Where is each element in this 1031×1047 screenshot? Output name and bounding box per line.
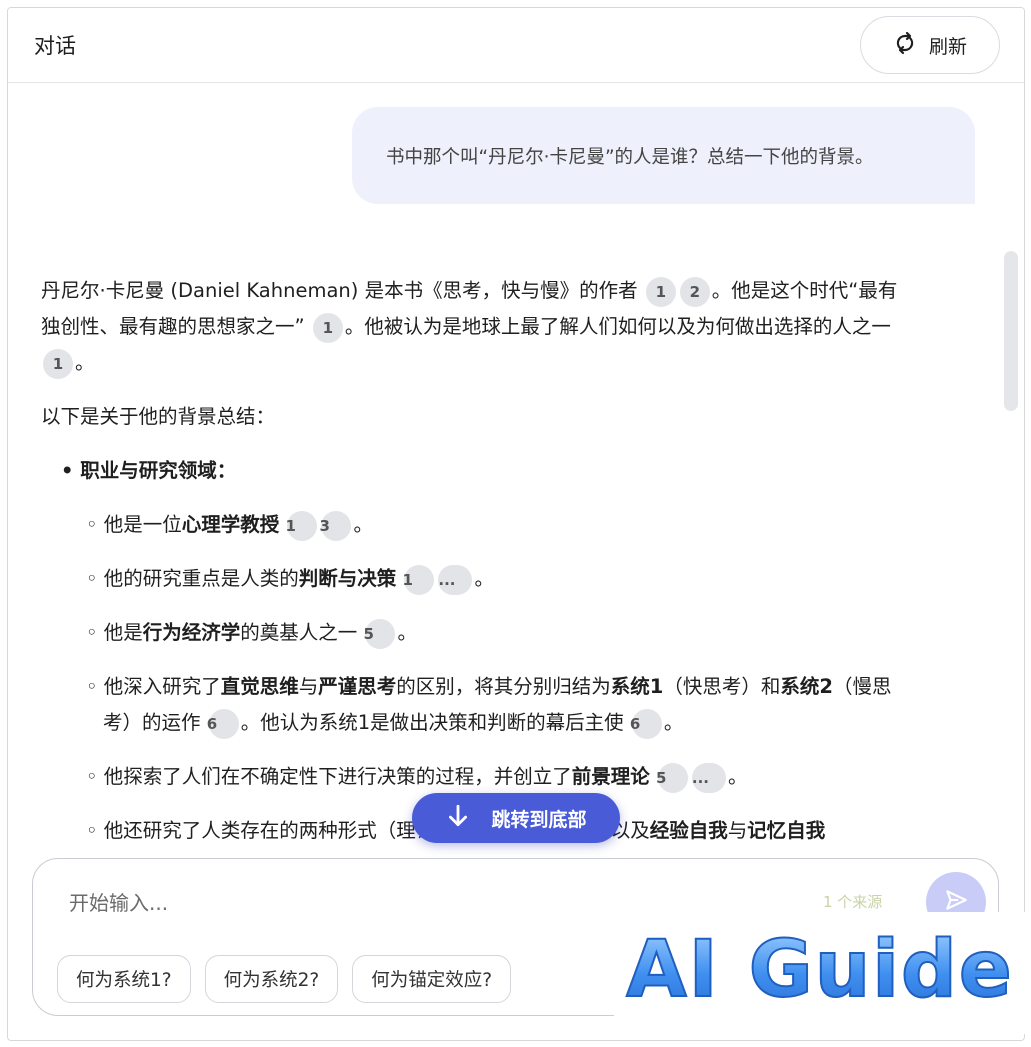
item-text: 他深入研究了 bbox=[103, 675, 221, 698]
ai-guide-watermark-logo: AI Guide bbox=[614, 912, 1026, 1034]
item-text: 与 bbox=[298, 675, 319, 698]
citation-chip[interactable]: 5 bbox=[656, 762, 688, 793]
source-count: 1 个来源 bbox=[823, 893, 883, 911]
citation-chip[interactable]: 2 bbox=[679, 276, 710, 307]
item-text: 。 bbox=[474, 567, 494, 590]
citation-chip[interactable]: 1 bbox=[43, 348, 73, 379]
citation-chip[interactable]: 3 bbox=[319, 510, 352, 541]
suggestion-chips: 何为系统1? 何为系统2? 何为锚定效应? bbox=[57, 955, 512, 1003]
assistant-answer: 丹尼尔·卡尼曼 (Daniel Kahneman) 是本书《思考，快与慢》的作者… bbox=[41, 273, 901, 863]
item-bold: 严谨思考 bbox=[318, 675, 397, 698]
answer-paragraph: 丹尼尔·卡尼曼 (Daniel Kahneman) 是本书《思考，快与慢》的作者… bbox=[41, 273, 901, 381]
item-text: 与 bbox=[727, 819, 748, 842]
answer-text: 。 bbox=[75, 351, 95, 374]
section-heading-text: 职业与研究领域： bbox=[80, 459, 237, 482]
section-heading: • 职业与研究领域： bbox=[61, 459, 237, 482]
suggestion-chip[interactable]: 何为系统2? bbox=[204, 955, 339, 1003]
user-message: 书中那个叫“丹尼尔·卡尼曼”的人是谁？总结一下他的背景。 bbox=[352, 107, 975, 204]
arrow-down-icon bbox=[445, 803, 471, 834]
refresh-icon bbox=[893, 31, 917, 60]
item-bold: 记忆自我 bbox=[747, 819, 826, 842]
item-text: 。 bbox=[663, 711, 684, 734]
panel-header: 对话 刷新 bbox=[8, 8, 1024, 83]
panel-title: 对话 bbox=[34, 34, 76, 58]
citation-chip[interactable]: 6 bbox=[630, 708, 662, 739]
item-text: 他的研究重点是人类的 bbox=[103, 567, 299, 590]
item-text: （快思考）和 bbox=[663, 675, 781, 698]
item-text: 。 bbox=[397, 621, 417, 644]
item-bold: 判断与决策 bbox=[298, 567, 397, 590]
item-bold: 系统1 bbox=[610, 675, 664, 698]
item-bold: 行为经济学 bbox=[142, 621, 241, 644]
list-item: ◦ 他深入研究了直觉思维与严谨思考的区别，将其分别归结为系统1（快思考）和系统2… bbox=[86, 669, 901, 741]
refresh-button[interactable]: 刷新 bbox=[860, 16, 1000, 74]
item-text: 。 bbox=[727, 765, 748, 788]
item-text: 。他认为系统1是做出决策和判断的幕后主使 bbox=[240, 711, 624, 734]
citation-more-chip[interactable]: ... bbox=[692, 762, 726, 793]
conversation-area[interactable]: 书中那个叫“丹尼尔·卡尼曼”的人是谁？总结一下他的背景。 丹尼尔·卡尼曼 (Da… bbox=[8, 83, 1024, 863]
citation-chip[interactable]: 6 bbox=[207, 708, 239, 739]
item-text: 他探索了人们在不确定性下进行决策的过程，并创立了 bbox=[103, 765, 572, 788]
jump-to-bottom-button[interactable]: 跳转到底部 bbox=[412, 793, 620, 843]
citation-chip[interactable]: 1 bbox=[312, 312, 343, 343]
answer-paragraph: 以下是关于他的背景总结： bbox=[41, 405, 276, 428]
item-text: 的区别，将其分别归结为 bbox=[396, 675, 611, 698]
list-item: ◦ 他是行为经济学的奠基人之一 5。 bbox=[86, 615, 901, 651]
citation-more-chip[interactable]: ... bbox=[438, 564, 473, 595]
item-bold: 心理学教授 bbox=[181, 513, 280, 536]
item-bold: 系统2 bbox=[780, 675, 833, 698]
refresh-label: 刷新 bbox=[928, 35, 967, 58]
list-item: ◦ 他是一位心理学教授 1 3。 bbox=[86, 507, 901, 543]
jump-to-bottom-label: 跳转到底部 bbox=[491, 808, 587, 831]
suggestion-chip[interactable]: 何为锚定效应? bbox=[352, 955, 512, 1003]
citation-chip[interactable]: 5 bbox=[363, 618, 396, 649]
answer-text: 丹尼尔·卡尼曼 (Daniel Kahneman) 是本书《思考，快与慢》的作者 bbox=[41, 279, 638, 302]
item-text: 的奠基人之一 bbox=[240, 621, 358, 644]
citation-chip[interactable]: 1 bbox=[645, 276, 676, 307]
item-bold: 直觉思维 bbox=[220, 675, 299, 698]
suggestion-chip[interactable]: 何为系统1? bbox=[57, 955, 191, 1003]
chat-panel: 对话 刷新 书中那个叫“丹尼尔·卡尼曼”的人是谁？总结一下他的背景。 丹尼尔·卡… bbox=[7, 7, 1025, 1041]
list-item: ◦ 他的研究重点是人类的判断与决策 1...。 bbox=[86, 561, 901, 597]
item-text: 。 bbox=[353, 513, 373, 536]
item-text: 他是一位 bbox=[103, 513, 182, 536]
answer-text: 。他被认为是地球上最了解人们如何以及为何做出选择的人之一 bbox=[344, 315, 891, 338]
item-text: 他是 bbox=[103, 621, 143, 644]
citation-chip[interactable]: 1 bbox=[285, 510, 318, 541]
item-bold: 前景理论 bbox=[571, 765, 650, 788]
svg-text:AI Guide: AI Guide bbox=[626, 925, 1014, 1015]
scrollbar[interactable] bbox=[1004, 251, 1018, 411]
item-bold: 经验自我 bbox=[649, 819, 728, 842]
list-item: ◦ 他探索了人们在不确定性下进行决策的过程，并创立了前景理论 5...。 bbox=[86, 759, 901, 795]
citation-chip[interactable]: 1 bbox=[402, 564, 435, 595]
